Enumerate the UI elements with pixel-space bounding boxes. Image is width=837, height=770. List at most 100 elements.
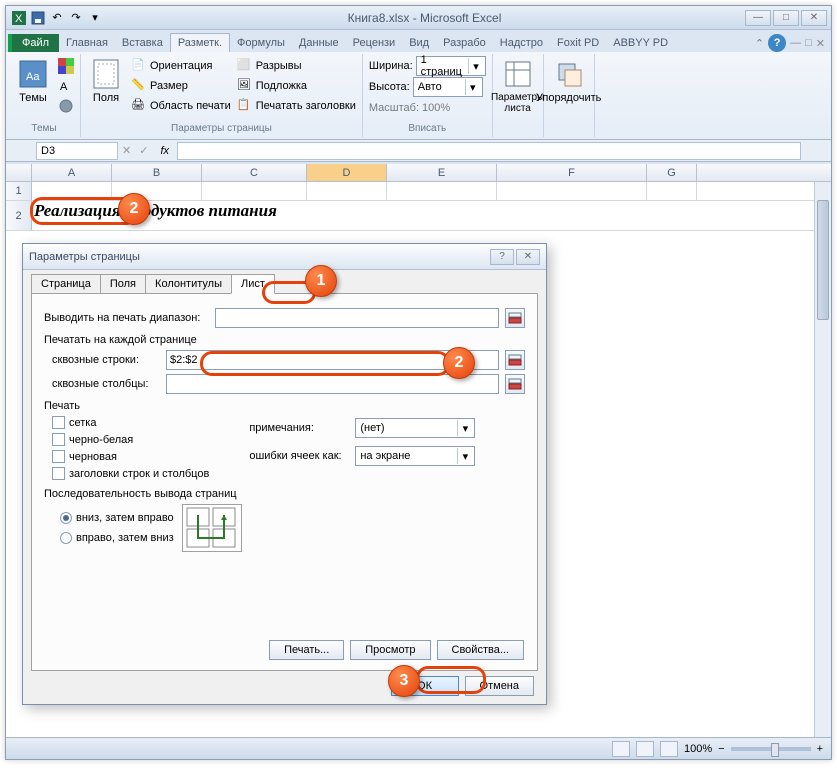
tab-addins[interactable]: Надстро [493, 34, 550, 52]
tab-data[interactable]: Данные [292, 34, 346, 52]
width-control[interactable]: Ширина: 1 страниц▾ [367, 56, 488, 76]
print-button[interactable]: Печать... [269, 640, 344, 660]
dialog-close-button[interactable]: ✕ [516, 249, 540, 265]
comments-combo[interactable]: (нет)▾ [355, 418, 475, 438]
chevron-down-icon[interactable]: ▾ [457, 448, 472, 464]
select-all-corner[interactable] [6, 164, 32, 181]
gridlines-checkbox[interactable] [52, 416, 65, 429]
col-header-g[interactable]: G [647, 164, 697, 181]
tab-foxit[interactable]: Foxit PD [550, 34, 606, 52]
cancel-formula-icon[interactable]: ✕ [122, 144, 131, 157]
vertical-scrollbar[interactable] [814, 182, 831, 737]
sheet-params-button[interactable]: Параметры листа [497, 56, 539, 116]
row-header-2[interactable]: 2 [6, 201, 32, 230]
draft-checkbox[interactable] [52, 450, 65, 463]
col-header-e[interactable]: E [387, 164, 497, 181]
rowcol-headers-checkbox[interactable] [52, 467, 65, 480]
zoom-level[interactable]: 100% [684, 743, 712, 755]
collapse-dialog-icon[interactable] [505, 374, 525, 394]
close-button[interactable]: ✕ [801, 10, 827, 26]
collapse-dialog-icon[interactable] [505, 350, 525, 370]
minimize-ribbon-icon[interactable]: ⌃ [755, 37, 764, 50]
bw-checkbox[interactable] [52, 433, 65, 446]
zoom-out-button[interactable]: − [718, 743, 724, 755]
theme-fonts-button[interactable]: A [56, 76, 76, 96]
dialog-tab-sheet[interactable]: Лист [231, 274, 275, 294]
arrange-button[interactable]: Упорядочить [548, 56, 590, 106]
zoom-slider[interactable] [731, 747, 811, 751]
dialog-tab-headerfooter[interactable]: Колонтитулы [145, 274, 232, 294]
size-button[interactable]: 📏Размер [129, 76, 233, 96]
view-layout-button[interactable] [636, 741, 654, 757]
arrange-icon [553, 58, 585, 90]
height-control[interactable]: Высота: Авто▾ [367, 77, 488, 97]
printtitles-icon: 📋 [237, 98, 253, 114]
chevron-down-icon[interactable]: ▾ [468, 58, 482, 74]
dialog-tab-margins[interactable]: Поля [100, 274, 146, 294]
sheet-params-icon [502, 58, 534, 90]
undo-icon[interactable]: ↶ [48, 10, 66, 26]
tab-pagelayout[interactable]: Разметк. [170, 33, 230, 52]
file-tab[interactable]: Файл [8, 34, 59, 52]
dialog-title-bar[interactable]: Параметры страницы ? ✕ [23, 244, 546, 270]
chevron-down-icon[interactable]: ▾ [465, 79, 480, 95]
print-titles-button[interactable]: 📋Печатать заголовки [235, 96, 358, 116]
margins-button[interactable]: Поля [85, 56, 127, 106]
print-area-button[interactable]: 🖨Область печати [129, 96, 233, 116]
enter-formula-icon[interactable]: ✓ [139, 144, 148, 157]
dialog-tab-page[interactable]: Страница [31, 274, 101, 294]
tab-abbyy[interactable]: ABBYY PD [606, 34, 675, 52]
col-header-f[interactable]: F [497, 164, 647, 181]
svg-text:Aa: Aa [26, 71, 40, 83]
qat-dropdown-icon[interactable]: ▾ [86, 10, 104, 26]
col-header-a[interactable]: A [32, 164, 112, 181]
chevron-down-icon[interactable]: ▾ [457, 420, 472, 436]
doc-minimize-icon[interactable]: — [790, 37, 801, 49]
doc-restore-icon[interactable]: □ [805, 37, 812, 49]
row-header-1[interactable]: 1 [6, 182, 32, 200]
tab-view[interactable]: Вид [402, 34, 436, 52]
col-header-c[interactable]: C [202, 164, 307, 181]
tab-insert[interactable]: Вставка [115, 34, 170, 52]
order-down-radio[interactable] [60, 512, 72, 524]
rows-repeat-label: сквозные строки: [52, 354, 160, 366]
errors-combo[interactable]: на экране▾ [355, 446, 475, 466]
dialog-help-button[interactable]: ? [490, 249, 514, 265]
view-pagebreak-button[interactable] [660, 741, 678, 757]
name-box[interactable]: D3 [36, 142, 118, 160]
scroll-thumb[interactable] [817, 200, 829, 320]
minimize-button[interactable]: — [745, 10, 771, 26]
fx-label[interactable]: fx [160, 145, 169, 157]
view-normal-button[interactable] [612, 741, 630, 757]
print-range-input[interactable] [215, 308, 499, 328]
order-across-radio[interactable] [60, 532, 72, 544]
theme-colors-button[interactable] [56, 56, 76, 76]
maximize-button[interactable]: □ [773, 10, 799, 26]
preview-button[interactable]: Просмотр [350, 640, 430, 660]
orientation-button[interactable]: 📄Ориентация [129, 56, 233, 76]
tab-review[interactable]: Рецензи [346, 34, 403, 52]
tab-developer[interactable]: Разрабо [436, 34, 493, 52]
collapse-dialog-icon[interactable] [505, 308, 525, 328]
margins-icon [90, 58, 122, 90]
theme-effects-button[interactable] [56, 96, 76, 116]
callout-2a: 2 [118, 193, 150, 225]
page-order-diagram [182, 504, 242, 552]
tab-formulas[interactable]: Формулы [230, 34, 292, 52]
redo-icon[interactable]: ↷ [67, 10, 85, 26]
help-icon[interactable]: ? [768, 34, 786, 52]
cols-repeat-input[interactable] [166, 374, 499, 394]
doc-close-icon[interactable]: ✕ [816, 37, 825, 50]
save-icon[interactable] [29, 10, 47, 26]
tab-home[interactable]: Главная [59, 34, 115, 52]
col-header-d[interactable]: D [307, 164, 387, 181]
zoom-in-button[interactable]: + [817, 743, 823, 755]
formula-bar[interactable] [177, 142, 801, 160]
col-header-b[interactable]: B [112, 164, 202, 181]
breaks-button[interactable]: ⬜Разрывы [235, 56, 358, 76]
properties-button[interactable]: Свойства... [437, 640, 524, 660]
excel-icon: X [10, 10, 28, 26]
themes-button[interactable]: Aa Темы [12, 56, 54, 106]
cancel-button[interactable]: Отмена [465, 676, 534, 696]
background-button[interactable]: 🖼Подложка [235, 76, 358, 96]
